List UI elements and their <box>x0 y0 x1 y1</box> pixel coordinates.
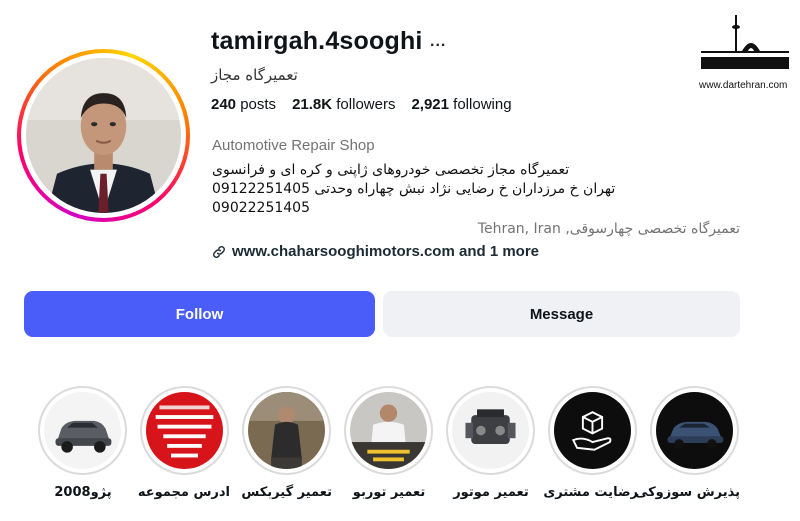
address-poster-icon <box>146 392 223 469</box>
highlight-gearbox[interactable]: تعمیر گیربکس <box>241 386 332 500</box>
profile-username: tamirgah.4sooghi <box>211 27 423 55</box>
message-button[interactable]: Message <box>383 291 740 337</box>
profile-location[interactable]: تعمیرگاه تخصصی چهارسوقی, Tehran, Iran <box>478 221 740 237</box>
profile-category: Automotive Repair Shop <box>212 137 375 154</box>
profile-link[interactable]: www.chaharsooghimotors.com and 1 more <box>211 243 539 260</box>
dartehran-logo <box>701 15 789 69</box>
highlight-label: رضایت مشتری <box>543 485 638 500</box>
highlight-label: تعمیر توربو <box>352 485 426 500</box>
turbo-photo-icon <box>350 392 427 469</box>
car-icon <box>44 392 121 469</box>
highlight-label: ادرس مجموعه <box>137 485 230 500</box>
follow-button[interactable]: Follow <box>24 291 375 337</box>
highlight-satisfaction[interactable]: رضایت مشتری <box>543 386 638 500</box>
following-stat[interactable]: 2,921 following <box>411 96 511 113</box>
highlight-label: تعمیر موتور <box>453 485 529 500</box>
highlight-turbo[interactable]: تعمیر توربو <box>344 386 434 500</box>
profile-full-name: تعمیرگاه مجاز <box>211 66 298 84</box>
avatar-frame <box>21 53 186 218</box>
gearbox-photo-icon <box>248 392 325 469</box>
link-text[interactable]: www.chaharsooghimotors.com and 1 more <box>232 243 539 260</box>
highlight-label: تعمیر گیربکس <box>241 485 332 500</box>
highlight-suzuki[interactable]: پذیرش سوزوکی <box>634 386 740 500</box>
engine-icon <box>452 392 529 469</box>
avatar-photo <box>26 58 181 213</box>
highlight-peugeot-2008[interactable]: پژو2008 <box>38 386 128 500</box>
car-icon <box>656 392 733 469</box>
profile-stats: 240 posts 21.8K followers 2,921 followin… <box>211 96 512 113</box>
profile-bio: تعمیرگاه مجاز تخصصی خودروهای ژاپنی و کره… <box>212 161 615 218</box>
highlight-label: پژو2008 <box>54 485 112 500</box>
highlight-address[interactable]: ادرس مجموعه <box>137 386 230 500</box>
profile-avatar[interactable] <box>17 49 190 222</box>
highlight-label: پذیرش سوزوکی <box>634 485 740 500</box>
bio-line: تعمیرگاه مجاز تخصصی خودروهای ژاپنی و کره… <box>212 162 570 178</box>
link-icon <box>213 245 225 258</box>
bio-line: تهران خ مرزداران خ رضایی نژاد نبش چهاراه… <box>212 181 616 197</box>
box-hand-icon <box>554 392 631 469</box>
posts-stat: 240 posts <box>211 96 277 113</box>
bio-phone: 09022251405 <box>212 200 310 216</box>
followers-stat[interactable]: 21.8K followers <box>292 96 395 113</box>
watermark-url: www.dartehran.com <box>699 80 788 91</box>
highlight-engine[interactable]: تعمیر موتور <box>446 386 536 500</box>
more-options-icon[interactable]: ... <box>430 33 446 51</box>
